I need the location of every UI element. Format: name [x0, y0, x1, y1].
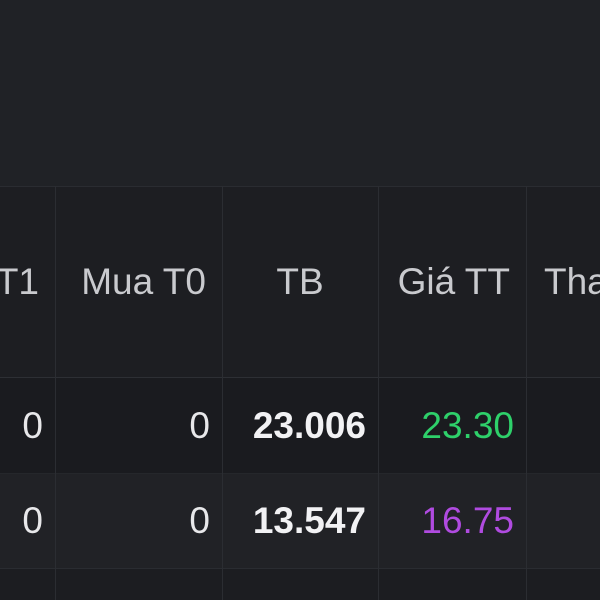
table-row[interactable]: 0 0 13.547 16.75 — [0, 474, 600, 568]
cell-tb: 23.006 — [252, 404, 366, 446]
column-divider — [526, 186, 527, 600]
cell-t1: 0 — [22, 404, 43, 446]
cell-thay-doi — [526, 474, 600, 568]
cell-gia-tt: 16.75 — [421, 500, 514, 541]
cell-mua-t0: 0 — [189, 404, 210, 446]
header-thay-doi[interactable]: Tha — [526, 187, 600, 377]
column-divider — [222, 186, 223, 600]
holdings-table: T1 Mua T0 TB Giá TT Tha 0 0 23.006 23.30… — [0, 186, 600, 600]
column-divider — [378, 186, 379, 600]
column-divider — [55, 186, 56, 600]
cell-thay-doi — [526, 378, 600, 473]
table-header-row: T1 Mua T0 TB Giá TT Tha — [0, 186, 600, 378]
header-t1[interactable]: T1 — [0, 187, 55, 377]
table-row[interactable]: 0 0 23.006 23.30 — [0, 378, 600, 474]
cell-mua-t0: 0 — [189, 500, 210, 541]
header-gia-tt[interactable]: Giá TT — [378, 187, 526, 377]
cell-t1: 0 — [22, 500, 43, 541]
cell-tb: 13.547 — [252, 500, 366, 541]
header-tb[interactable]: TB — [222, 187, 378, 377]
top-panel — [0, 0, 600, 186]
table-row-partial — [0, 568, 600, 600]
header-mua-t0[interactable]: Mua T0 — [55, 187, 222, 377]
stock-portfolio-view: T1 Mua T0 TB Giá TT Tha 0 0 23.006 23.30… — [0, 0, 600, 600]
cell-gia-tt: 23.30 — [421, 404, 514, 446]
